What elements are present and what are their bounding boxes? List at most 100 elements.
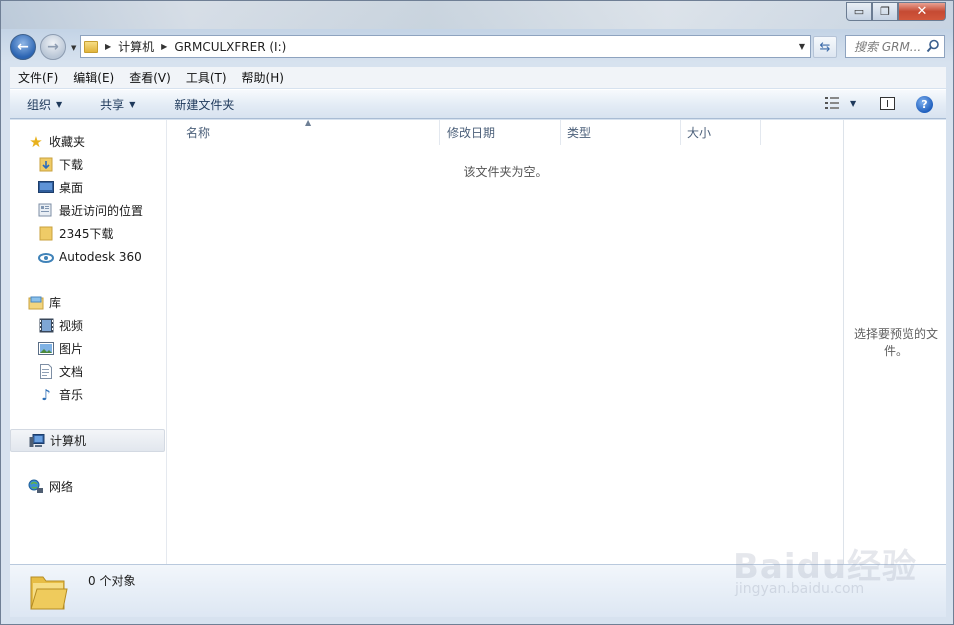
nav-item-label: 桌面 (59, 181, 84, 195)
nav-libraries-label: 库 (49, 296, 62, 310)
close-icon: ✕ (916, 4, 928, 19)
autodesk-cloud-icon (38, 249, 54, 265)
nav-libraries[interactable]: 库 (10, 291, 167, 314)
document-icon (38, 364, 54, 380)
menu-help[interactable]: 帮助(H) (234, 69, 291, 86)
item-count: 0 个对象 (88, 574, 136, 588)
nav-item-music[interactable]: ♪ 音乐 (10, 383, 167, 406)
nav-item-label: 图片 (59, 342, 84, 356)
baidu-watermark-logo: Baidu经验 jingyan.baidu.com (721, 521, 921, 611)
change-view-button[interactable]: ▼ (825, 96, 856, 110)
minimize-button[interactable]: ▭ (846, 2, 872, 21)
nav-item-autodesk-360[interactable]: Autodesk 360 (10, 245, 167, 268)
share-button[interactable]: 共享 ▼ (70, 96, 143, 113)
search-icon[interactable] (926, 39, 940, 53)
organize-label: 组织 (27, 97, 52, 112)
folder-icon (84, 40, 98, 53)
star-icon: ★ (29, 132, 43, 151)
preview-pane-toggle-icon[interactable] (880, 97, 895, 110)
nav-item-label: 音乐 (59, 388, 84, 402)
watermark-url: jingyan.baidu.com (735, 581, 865, 597)
command-bar: 组织 ▼ 共享 ▼ 新建文件夹 ▼ ? (10, 89, 946, 119)
menu-tools[interactable]: 工具(T) (178, 69, 234, 86)
recent-places-icon (38, 203, 54, 219)
explorer-window: ▭ ❐ ✕ ← → ▼ ▶ 计算机 ▶ GRMCULXFRER (I:) ▼ ⇆… (0, 0, 954, 625)
nav-network[interactable]: 网络 (10, 475, 167, 498)
breadcrumb-drive[interactable]: GRMCULXFRER (I:) (174, 40, 286, 54)
view-list-icon (825, 97, 839, 109)
breadcrumb-computer[interactable]: 计算机 (118, 38, 154, 55)
search-input[interactable]: 搜索 GRM... (845, 35, 945, 58)
empty-folder-message: 该文件夹为空。 (463, 165, 548, 179)
nav-item-label: 最近访问的位置 (59, 204, 144, 218)
column-header-label: 大小 (687, 126, 712, 140)
menu-bar: 文件(F) 编辑(E) 查看(V) 工具(T) 帮助(H) (10, 67, 946, 88)
nav-item-documents[interactable]: 文档 (10, 360, 167, 383)
new-folder-button[interactable]: 新建文件夹 (143, 96, 242, 113)
help-icon: ? (921, 98, 928, 111)
search-placeholder: 搜索 GRM... (854, 40, 922, 54)
computer-icon (29, 433, 45, 449)
nav-favorites-label: 收藏夹 (49, 135, 86, 149)
menu-view[interactable]: 查看(V) (121, 69, 178, 86)
music-note-icon: ♪ (41, 385, 51, 404)
close-button[interactable]: ✕ (898, 2, 946, 21)
column-header-date-modified[interactable]: 修改日期 (441, 120, 561, 145)
downloads-folder-icon (38, 157, 54, 173)
navigation-pane: ★ 收藏夹 下载 桌面 最近访问的位置 2345下载 Autodesk 360 … (10, 120, 167, 564)
forward-arrow-icon: → (47, 39, 59, 55)
column-header-size[interactable]: 大小 (681, 120, 761, 145)
organize-button[interactable]: 组织 ▼ (10, 96, 70, 113)
chevron-down-icon: ▼ (56, 99, 63, 109)
nav-buttons: ← → ▼ (10, 34, 76, 60)
menu-edit[interactable]: 编辑(E) (65, 69, 121, 86)
address-dropdown-chevron-icon[interactable]: ▼ (799, 42, 805, 51)
back-button[interactable]: ← (10, 34, 36, 60)
column-header-type[interactable]: 类型 (561, 120, 681, 145)
nav-item-label: 2345下载 (59, 227, 114, 241)
refresh-button[interactable]: ⇆ (813, 36, 837, 58)
minimize-icon: ▭ (853, 5, 865, 18)
column-header-label: 类型 (567, 126, 592, 140)
nav-item-recent-places[interactable]: 最近访问的位置 (10, 199, 167, 222)
menu-file[interactable]: 文件(F) (10, 69, 65, 86)
file-list[interactable]: ▲ 名称 修改日期 类型 大小 该文件夹为空。 (168, 118, 843, 564)
folder-icon (30, 576, 68, 610)
new-folder-label: 新建文件夹 (174, 97, 235, 112)
nav-computer[interactable]: 计算机 (10, 429, 165, 452)
breadcrumb-chevron-icon[interactable]: ▶ (105, 42, 111, 51)
preview-message: 选择要预览的文件。 (853, 327, 938, 358)
share-label: 共享 (100, 97, 125, 112)
nav-item-videos[interactable]: 视频 (10, 314, 167, 337)
column-header-label: 修改日期 (447, 126, 496, 140)
network-globe-icon (28, 479, 44, 495)
recent-pages-chevron-icon[interactable]: ▼ (71, 44, 76, 52)
column-header-name[interactable]: 名称 (180, 120, 440, 145)
video-film-icon (38, 318, 54, 334)
maximize-icon: ❐ (880, 5, 890, 18)
maximize-button[interactable]: ❐ (872, 2, 898, 21)
title-bar (1, 1, 953, 29)
nav-item-pictures[interactable]: 图片 (10, 337, 167, 360)
chevron-down-icon: ▼ (850, 98, 857, 108)
breadcrumb-chevron-icon[interactable]: ▶ (161, 42, 167, 51)
nav-network-label: 网络 (49, 480, 74, 494)
address-bar[interactable]: ▶ 计算机 ▶ GRMCULXFRER (I:) ▼ (80, 35, 811, 58)
nav-item-label: 视频 (59, 319, 84, 333)
nav-item-2345-downloads[interactable]: 2345下载 (10, 222, 167, 245)
pictures-icon (38, 341, 54, 357)
nav-item-label: 下载 (59, 158, 84, 172)
nav-item-label: Autodesk 360 (59, 249, 142, 264)
nav-computer-label: 计算机 (50, 434, 87, 448)
desktop-icon (38, 180, 54, 196)
nav-item-downloads[interactable]: 下载 (10, 153, 167, 176)
forward-button[interactable]: → (40, 34, 66, 60)
help-button[interactable]: ? (916, 96, 933, 113)
chevron-down-icon: ▼ (129, 99, 136, 109)
libraries-icon (28, 295, 44, 311)
nav-item-label: 文档 (59, 365, 84, 379)
main-area: ★ 收藏夹 下载 桌面 最近访问的位置 2345下载 Autodesk 360 … (10, 118, 946, 564)
nav-favorites[interactable]: ★ 收藏夹 (10, 130, 167, 153)
nav-item-desktop[interactable]: 桌面 (10, 176, 167, 199)
folder-icon (38, 226, 54, 242)
